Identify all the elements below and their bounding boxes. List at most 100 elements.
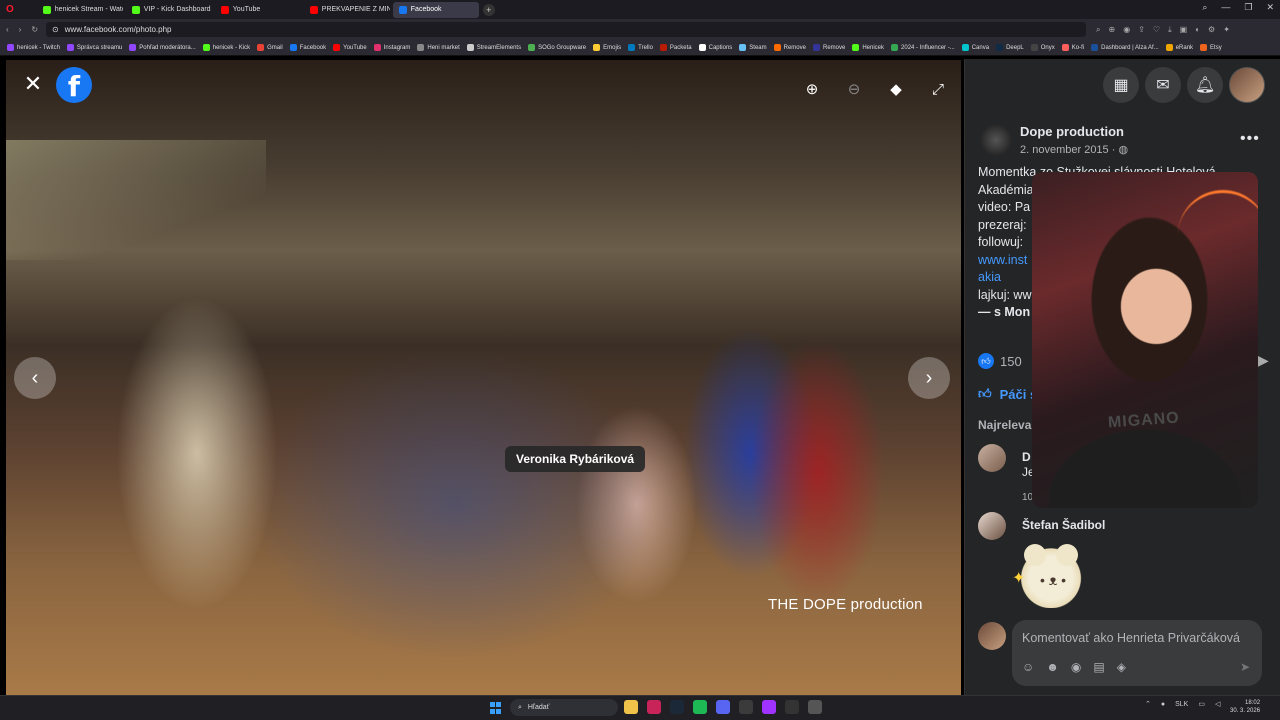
file-explorer-icon[interactable] (624, 700, 638, 714)
previous-photo-button[interactable]: ‹ (14, 357, 56, 399)
bookmark-item[interactable]: Onyx (1030, 44, 1055, 51)
profile-icon[interactable]: ◐ (1195, 25, 1200, 35)
bookmark-item[interactable]: henicek - Kick (202, 44, 250, 51)
opera-icon[interactable]: O (6, 4, 14, 15)
panel-next-arrow-icon[interactable]: ▶ (1258, 352, 1269, 369)
comment-author[interactable]: D (1022, 450, 1031, 464)
messenger-icon[interactable] (762, 700, 776, 714)
bookmark-item[interactable]: Ko-fi (1061, 44, 1084, 51)
minimize-button[interactable]: — (1221, 2, 1230, 13)
media-icon[interactable] (808, 700, 822, 714)
bookmark-item[interactable]: YouTube (333, 44, 367, 51)
bookmark-item[interactable]: Trello (628, 44, 653, 51)
heart-icon[interactable]: ♡ (1153, 25, 1160, 35)
gif-icon[interactable]: ▤ (1093, 660, 1104, 674)
bookmark-item[interactable]: Canva (961, 44, 989, 51)
forward-icon[interactable]: › (19, 25, 22, 34)
bookmark-item[interactable]: Packeta (659, 44, 692, 51)
bookmark-item[interactable]: Správca streamu (66, 44, 122, 51)
page-avatar[interactable] (980, 124, 1012, 156)
zoom-out-icon[interactable]: ⊖ (843, 78, 865, 100)
browser-tab[interactable]: VIP - Kick Dashboard (126, 2, 212, 18)
notifications-bell-icon[interactable]: 🔔︎ (1187, 67, 1223, 103)
bookmark-item[interactable]: Henicek (852, 44, 884, 51)
comment-author[interactable]: Štefan Šadibol (1022, 518, 1105, 532)
volume-icon[interactable]: ◁ (1215, 700, 1220, 708)
bookmark-item[interactable]: SOGo Groupware (528, 44, 586, 51)
zoom-in-icon[interactable]: ⊕ (801, 78, 823, 100)
sticker-icon[interactable]: ◈ (1117, 660, 1126, 674)
tag-icon[interactable]: ◆ (885, 78, 907, 100)
next-photo-button[interactable]: › (908, 357, 950, 399)
comment-sort-selector[interactable]: Najreleva (978, 418, 1031, 432)
search-tabs-icon[interactable]: ⌕ (1202, 2, 1207, 13)
start-button[interactable] (490, 702, 502, 714)
commenter-avatar[interactable] (978, 444, 1006, 472)
emoji-icon[interactable]: ☻ (1046, 660, 1059, 674)
account-avatar[interactable] (1229, 67, 1265, 103)
page-name[interactable]: Dope production (1020, 124, 1128, 139)
bookmark-item[interactable]: Remove (812, 44, 845, 51)
bookmark-item[interactable]: eRank (1165, 44, 1193, 51)
bookmark-item[interactable]: Captions (698, 44, 732, 51)
opera-gx-icon[interactable] (647, 700, 661, 714)
bookmark-item[interactable]: Facebook (289, 44, 326, 51)
bookmark-item[interactable]: Dashboard | Alza Af... (1091, 44, 1159, 51)
network-icon[interactable]: ▭ (1198, 700, 1205, 708)
xbox-icon[interactable] (739, 700, 753, 714)
camera-icon[interactable]: ◉ (1071, 660, 1081, 674)
ai-icon[interactable]: ✦ (1223, 25, 1230, 35)
mic-icon[interactable]: ● (1161, 701, 1165, 708)
bookmark-item[interactable]: Steam (739, 44, 767, 51)
reload-icon[interactable]: ↻ (31, 25, 38, 34)
close-window-button[interactable]: ✕ (1266, 2, 1274, 13)
download-icon[interactable]: ⤓ (1168, 25, 1172, 35)
browser-tab[interactable]: henicek Stream - Watch L (37, 2, 123, 18)
reactions-summary[interactable]: 👍︎ 150 (978, 353, 1022, 369)
new-tab-button[interactable]: + (482, 3, 495, 16)
comment-composer[interactable]: Komentovať ako Henrieta Privarčáková ☺ ☻… (1012, 620, 1262, 686)
more-options-button[interactable]: ••• (1240, 130, 1260, 148)
spotify-icon[interactable] (693, 700, 707, 714)
bookmark-item[interactable]: Remove (773, 44, 806, 51)
tray-overflow-icon[interactable]: ⌃ (1145, 700, 1151, 708)
bookmark-item[interactable]: DeepL (996, 44, 1024, 51)
steam-icon[interactable] (670, 700, 684, 714)
person-tag-tooltip[interactable]: Veronika Rybáriková (505, 446, 646, 472)
post-date[interactable]: 2. november 2015 · ◍ (1020, 143, 1128, 156)
bookmark-item[interactable]: Pohľad moderátora... (129, 44, 196, 51)
obs-icon[interactable] (785, 700, 799, 714)
back-icon[interactable]: ‹ (6, 25, 9, 34)
browser-tab[interactable]: PREKVAPENIE Z MINULOS (304, 2, 390, 18)
bookmark-item[interactable]: Emojis (593, 44, 621, 51)
like-button[interactable]: 👍︎ Páči s (978, 386, 1037, 402)
url-field[interactable]: ⊙ www.facebook.com/photo.php (46, 22, 1087, 37)
extension-icon[interactable]: ▣ (1180, 25, 1188, 35)
send-icon[interactable]: ➤ (1240, 660, 1250, 674)
settings-icon[interactable]: ⚙ (1208, 25, 1215, 35)
discord-icon[interactable] (716, 700, 730, 714)
bookmark-item[interactable]: StreamElements (466, 44, 521, 51)
bookmark-item[interactable]: henicek - Twitch (7, 44, 60, 51)
bookmark-item[interactable]: Heni market (417, 44, 460, 51)
bookmark-item[interactable]: Instagram (373, 44, 410, 51)
fullscreen-icon[interactable]: ⤢ (927, 78, 949, 100)
taskbar-search[interactable]: ⌕ Hľadať (510, 699, 618, 716)
bookmark-item[interactable]: Gmail (257, 44, 283, 51)
commenter-avatar[interactable] (978, 512, 1006, 540)
site-info-icon[interactable]: ⊙ (52, 25, 59, 34)
bookmark-item[interactable]: 2024 - Influencer -... (891, 44, 955, 51)
bookmark-item[interactable]: Etsy (1200, 44, 1222, 51)
browser-tab[interactable]: YouTube (215, 2, 301, 18)
language-indicator[interactable]: SLK (1175, 701, 1188, 708)
search-icon[interactable]: ⌕ (1096, 25, 1100, 35)
avatar-sticker-icon[interactable]: ☺ (1022, 660, 1034, 674)
maximize-button[interactable]: ❐ (1244, 2, 1252, 13)
browser-tab[interactable]: Facebook (392, 1, 479, 18)
camera-icon[interactable]: ◉ (1123, 25, 1130, 35)
system-clock[interactable]: 18:02 30. 3. 2026 (1230, 699, 1260, 715)
messenger-icon[interactable]: ✉ (1145, 67, 1181, 103)
facebook-logo-icon[interactable]: f (56, 67, 92, 103)
menu-grid-icon[interactable]: ▦ (1103, 67, 1139, 103)
zoom-icon[interactable]: ⊕ (1109, 25, 1116, 35)
